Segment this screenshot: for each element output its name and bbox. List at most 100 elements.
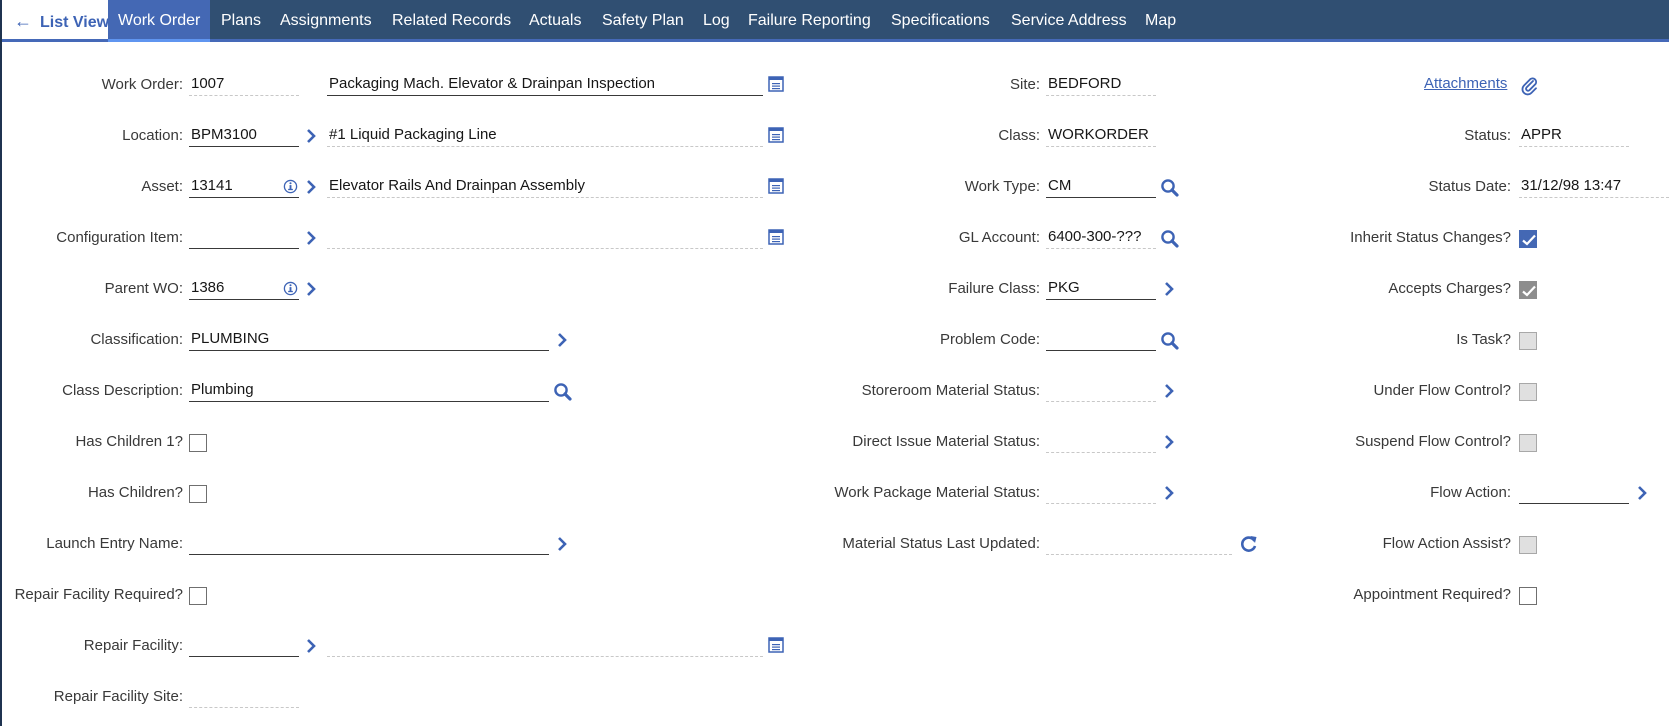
list-view-button[interactable]: ← List View — [2, 0, 110, 42]
status-date-field: 31/12/98 13:47 — [1519, 176, 1669, 198]
configuration-item-field[interactable] — [189, 227, 299, 249]
has-children-1-label: Has Children 1? — [75, 433, 183, 450]
work-type-label: Work Type: — [964, 178, 1040, 195]
search-icon[interactable] — [1160, 331, 1180, 351]
status-field: APPR — [1519, 125, 1629, 147]
material-status-last-updated-label: Material Status Last Updated: — [842, 535, 1040, 552]
long-description-icon[interactable] — [768, 229, 784, 245]
repair-facility-field[interactable] — [189, 635, 299, 657]
repair-facility-label: Repair Facility: — [83, 637, 183, 654]
chevron-right-icon[interactable] — [557, 537, 567, 551]
failure-class-label: Failure Class: — [948, 280, 1040, 297]
class-label: Class: — [998, 127, 1040, 144]
appointment-required-label: Appointment Required? — [1353, 586, 1511, 603]
chevron-right-icon[interactable] — [1164, 384, 1174, 398]
chevron-right-icon[interactable] — [1164, 486, 1174, 500]
site-field: BEDFORD — [1046, 74, 1156, 96]
classification-label: Classification: — [90, 331, 183, 348]
inherit-status-changes-label: Inherit Status Changes? — [1350, 229, 1511, 246]
flow-action-assist-label: Flow Action Assist? — [1382, 535, 1511, 552]
paperclip-icon[interactable] — [1520, 76, 1540, 96]
chevron-right-icon[interactable] — [306, 129, 316, 143]
tab-failure-reporting[interactable]: Failure Reporting — [748, 0, 871, 42]
chevron-right-icon[interactable] — [1637, 486, 1647, 500]
tab-safety-plan[interactable]: Safety Plan — [602, 0, 684, 42]
failure-class-field[interactable]: PKG — [1046, 278, 1156, 300]
info-icon[interactable] — [283, 179, 298, 194]
search-icon[interactable] — [553, 382, 573, 402]
has-children-checkbox[interactable] — [189, 485, 207, 503]
chevron-right-icon[interactable] — [557, 333, 567, 347]
launch-entry-name-field[interactable] — [189, 533, 549, 555]
repair-facility-site-field — [189, 686, 299, 708]
chevron-right-icon[interactable] — [1164, 435, 1174, 449]
has-children-label: Has Children? — [87, 484, 183, 501]
checkmark-icon — [1521, 284, 1537, 298]
work-type-field[interactable]: CM — [1046, 176, 1156, 198]
attachments-link[interactable]: Attachments — [1424, 75, 1507, 92]
long-description-icon[interactable] — [768, 127, 784, 143]
problem-code-label: Problem Code: — [939, 331, 1040, 348]
classification-field[interactable]: PLUMBING — [189, 329, 549, 351]
gl-account-label: GL Account: — [958, 229, 1040, 246]
under-flow-control-checkbox — [1519, 383, 1537, 401]
arrow-left-icon: ← — [14, 11, 32, 31]
inherit-status-changes-checkbox[interactable] — [1519, 230, 1537, 248]
suspend-flow-control-checkbox — [1519, 434, 1537, 452]
work-order-description-field[interactable]: Packaging Mach. Elevator & Drainpan Insp… — [327, 74, 763, 96]
info-icon[interactable] — [283, 281, 298, 296]
long-description-icon[interactable] — [768, 178, 784, 194]
repair-facility-required-label: Repair Facility Required? — [14, 586, 183, 603]
chevron-right-icon[interactable] — [1164, 282, 1174, 296]
location-description-field: #1 Liquid Packaging Line — [327, 125, 763, 147]
chevron-right-icon[interactable] — [306, 282, 316, 296]
flow-action-field[interactable] — [1519, 482, 1629, 504]
appointment-required-checkbox[interactable] — [1519, 587, 1537, 605]
work-order-label: Work Order: — [101, 76, 183, 93]
work-package-material-status-field — [1046, 482, 1156, 504]
has-children-1-checkbox[interactable] — [189, 434, 207, 452]
chevron-right-icon[interactable] — [306, 180, 316, 194]
tab-service-address[interactable]: Service Address — [1011, 0, 1127, 42]
long-description-icon[interactable] — [768, 637, 784, 653]
chevron-right-icon[interactable] — [306, 639, 316, 653]
is-task-checkbox — [1519, 332, 1537, 350]
work-package-material-status-label: Work Package Material Status: — [834, 484, 1040, 501]
list-view-label: List View — [40, 14, 110, 31]
tab-assignments[interactable]: Assignments — [280, 0, 372, 42]
parent-wo-label: Parent WO: — [104, 280, 183, 297]
suspend-flow-control-label: Suspend Flow Control? — [1355, 433, 1511, 450]
checkmark-icon — [1521, 233, 1537, 247]
accepts-charges-checkbox — [1519, 281, 1537, 299]
class-description-field[interactable]: Plumbing — [189, 380, 549, 402]
gl-account-field: 6400-300-??? — [1046, 227, 1156, 249]
refresh-icon[interactable] — [1239, 534, 1259, 554]
tab-log[interactable]: Log — [703, 0, 730, 42]
problem-code-field[interactable] — [1046, 329, 1156, 351]
tab-plans[interactable]: Plans — [221, 0, 261, 42]
status-label: Status: — [1464, 127, 1511, 144]
tab-map[interactable]: Map — [1145, 0, 1176, 42]
tab-work-order[interactable]: Work Order — [108, 0, 211, 42]
repair-facility-required-checkbox[interactable] — [189, 587, 207, 605]
asset-label: Asset: — [141, 178, 183, 195]
location-field[interactable]: BPM3100 — [189, 125, 299, 147]
long-description-icon[interactable] — [768, 76, 784, 92]
tab-related-records[interactable]: Related Records — [392, 0, 511, 42]
chevron-right-icon[interactable] — [306, 231, 316, 245]
search-icon[interactable] — [1160, 178, 1180, 198]
class-field: WORKORDER — [1046, 125, 1156, 147]
repair-facility-description-field — [327, 635, 763, 657]
tab-actuals[interactable]: Actuals — [529, 0, 581, 42]
tab-specifications[interactable]: Specifications — [891, 0, 990, 42]
configuration-item-label: Configuration Item: — [56, 229, 183, 246]
flow-action-label: Flow Action: — [1430, 484, 1511, 501]
flow-action-assist-checkbox — [1519, 536, 1537, 554]
storeroom-material-status-field — [1046, 380, 1156, 402]
site-label: Site: — [1009, 76, 1040, 93]
search-icon[interactable] — [1160, 229, 1180, 249]
location-label: Location: — [122, 127, 183, 144]
direct-issue-material-status-label: Direct Issue Material Status: — [852, 433, 1040, 450]
storeroom-material-status-label: Storeroom Material Status: — [861, 382, 1040, 399]
work-order-field: 1007 — [189, 74, 299, 96]
